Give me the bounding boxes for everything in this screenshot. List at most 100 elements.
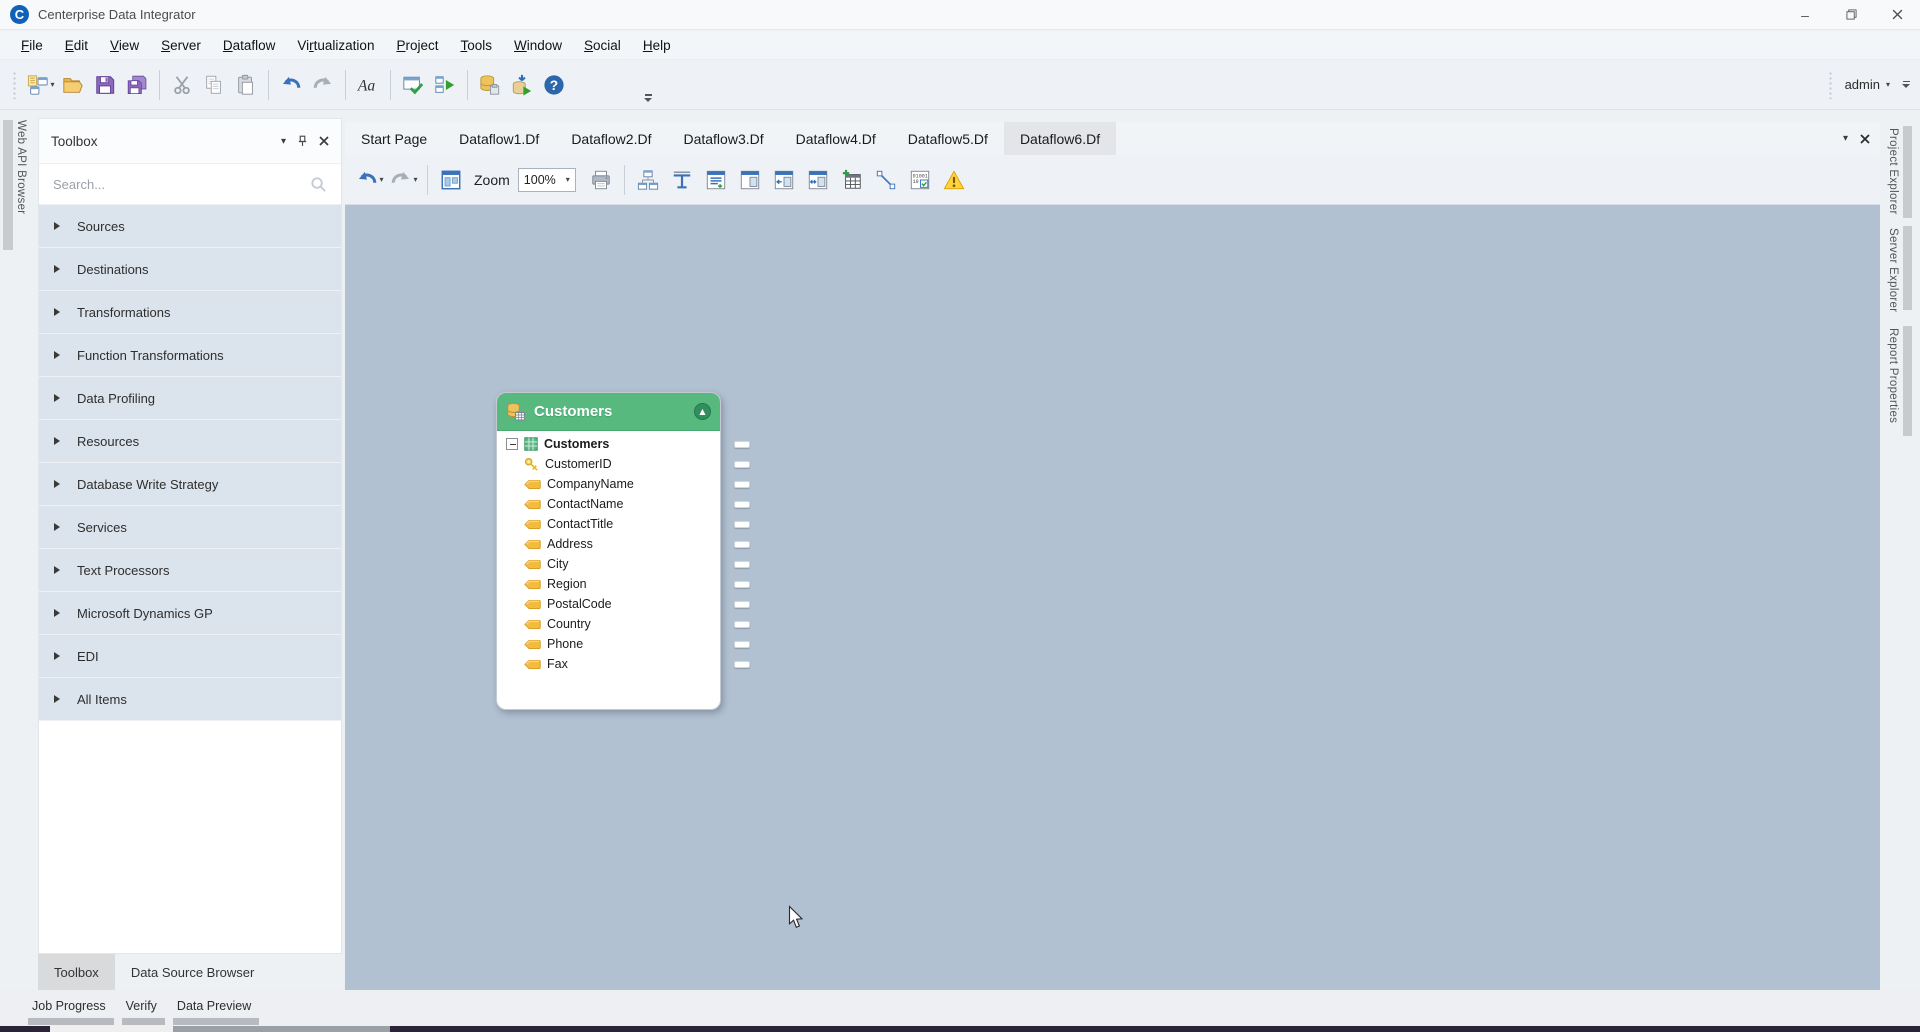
- toolbox-category-database-write-strategy[interactable]: Database Write Strategy: [39, 463, 341, 506]
- toolbox-category-transformations[interactable]: Transformations: [39, 291, 341, 334]
- menu-view[interactable]: View: [99, 31, 150, 60]
- tab-dataflow5-df[interactable]: Dataflow5.Df: [892, 122, 1004, 155]
- toolbox-category-all-items[interactable]: All Items: [39, 678, 341, 721]
- toolbox-category-destinations[interactable]: Destinations: [39, 248, 341, 291]
- toolbox-category-services[interactable]: Services: [39, 506, 341, 549]
- panel-tab-data-source-browser[interactable]: Data Source Browser: [115, 954, 271, 990]
- output-port[interactable]: [734, 661, 750, 668]
- menu-tools[interactable]: Tools: [449, 31, 503, 60]
- menu-project[interactable]: Project: [385, 31, 449, 60]
- canvas-toolbar-add-expression-table-button[interactable]: [835, 162, 869, 198]
- canvas-toolbar-print-button[interactable]: [584, 162, 618, 198]
- close-icon[interactable]: [319, 136, 329, 146]
- toolbar-database-run-button[interactable]: [506, 68, 538, 102]
- canvas-toolbar-preview-pane-left-button[interactable]: [767, 162, 801, 198]
- menu-help[interactable]: Help: [632, 31, 682, 60]
- chevron-down-icon[interactable]: ▾: [281, 136, 286, 147]
- field-row-address[interactable]: Address: [497, 534, 720, 554]
- collapse-tree-icon[interactable]: [506, 438, 518, 450]
- toolbar-options-button[interactable]: [1902, 81, 1910, 89]
- toolbar-overflow-button[interactable]: [644, 94, 652, 102]
- menu-virtualization[interactable]: Virtualization: [286, 31, 385, 60]
- search-input[interactable]: [53, 177, 310, 192]
- toolbox-category-edi[interactable]: EDI: [39, 635, 341, 678]
- canvas-toolbar-redo-button[interactable]: ▾: [387, 162, 421, 198]
- canvas-toolbar-warnings-button[interactable]: [937, 162, 971, 198]
- tab-dataflow4-df[interactable]: Dataflow4.Df: [780, 122, 892, 155]
- canvas-toolbar-align-center-button[interactable]: [665, 162, 699, 198]
- tab-list-dropdown-icon[interactable]: ▾: [1843, 133, 1848, 144]
- user-menu[interactable]: admin ▾: [1845, 77, 1890, 92]
- field-row-customerid[interactable]: CustomerID: [497, 454, 720, 474]
- canvas-toolbar-data-preview-button[interactable]: 0100110: [903, 162, 937, 198]
- canvas-toolbar-preview-pane-button[interactable]: [733, 162, 767, 198]
- field-row-country[interactable]: Country: [497, 614, 720, 634]
- menu-server[interactable]: Server: [150, 31, 212, 60]
- field-row-region[interactable]: Region: [497, 574, 720, 594]
- field-row-phone[interactable]: Phone: [497, 634, 720, 654]
- menu-social[interactable]: Social: [573, 31, 632, 60]
- menu-edit[interactable]: Edit: [54, 31, 99, 60]
- toolbox-category-microsoft-dynamics-gp[interactable]: Microsoft Dynamics GP: [39, 592, 341, 635]
- toolbar-database-diff-button[interactable]: [474, 68, 506, 102]
- toolbox-category-text-processors[interactable]: Text Processors: [39, 549, 341, 592]
- output-port[interactable]: [734, 501, 750, 508]
- sidebar-tab-project-explorer[interactable]: Project Explorer: [1886, 126, 1912, 218]
- field-row-contactname[interactable]: ContactName: [497, 494, 720, 514]
- output-port[interactable]: [734, 481, 750, 488]
- close-tab-icon[interactable]: [1860, 134, 1870, 144]
- field-row-city[interactable]: City: [497, 554, 720, 574]
- zoom-level-select[interactable]: 100%▾: [518, 168, 576, 192]
- maximize-button[interactable]: [1828, 0, 1874, 29]
- output-port[interactable]: [734, 521, 750, 528]
- toolbar-undo-button[interactable]: [275, 68, 307, 102]
- canvas-toolbar-preview-pane-split-button[interactable]: [801, 162, 835, 198]
- tab-dataflow6-df[interactable]: Dataflow6.Df: [1004, 122, 1116, 155]
- field-row-postalcode[interactable]: PostalCode: [497, 594, 720, 614]
- output-port[interactable]: [734, 641, 750, 648]
- bottom-tab-job-progress[interactable]: Job Progress: [30, 995, 108, 1021]
- output-port[interactable]: [734, 601, 750, 608]
- toolbar-paste-button[interactable]: [230, 68, 262, 102]
- tab-start-page[interactable]: Start Page: [345, 122, 443, 155]
- canvas-toolbar-diagram-layout-button[interactable]: [434, 162, 468, 198]
- toolbox-category-function-transformations[interactable]: Function Transformations: [39, 334, 341, 377]
- close-button[interactable]: [1874, 0, 1920, 29]
- toolbox-category-sources[interactable]: Sources: [39, 205, 341, 248]
- toolbar-copy-button[interactable]: [198, 68, 230, 102]
- panel-tab-toolbox[interactable]: Toolbox: [38, 954, 115, 990]
- sidebar-tab-server-explorer[interactable]: Server Explorer: [1886, 226, 1912, 314]
- toolbox-category-data-profiling[interactable]: Data Profiling: [39, 377, 341, 420]
- menu-file[interactable]: File: [10, 31, 54, 60]
- dataflow-canvas[interactable]: Customers ▲ CustomersCustomerIDCompanyNa…: [345, 205, 1880, 990]
- tab-dataflow3-df[interactable]: Dataflow3.Df: [667, 122, 779, 155]
- customers-node[interactable]: Customers ▲ CustomersCustomerIDCompanyNa…: [496, 392, 721, 710]
- sidebar-tab-report-properties[interactable]: Report Properties: [1886, 326, 1912, 436]
- menu-dataflow[interactable]: Dataflow: [212, 31, 287, 60]
- field-row-contacttitle[interactable]: ContactTitle: [497, 514, 720, 534]
- toolbar-verify-window-button[interactable]: [397, 68, 429, 102]
- field-row-companyname[interactable]: CompanyName: [497, 474, 720, 494]
- bottom-tab-data-preview[interactable]: Data Preview: [175, 995, 253, 1021]
- pin-icon[interactable]: [296, 135, 309, 148]
- toolbar-open-file-button[interactable]: [57, 68, 89, 102]
- canvas-toolbar-auto-layout-button[interactable]: [631, 162, 665, 198]
- sidebar-tab-web-api-browser[interactable]: Web API Browser: [3, 116, 29, 250]
- toolbar-save-button[interactable]: [89, 68, 121, 102]
- toolbar-redo-button[interactable]: [307, 68, 339, 102]
- bottom-tab-verify[interactable]: Verify: [124, 995, 159, 1021]
- menu-window[interactable]: Window: [503, 31, 573, 60]
- customers-node-header[interactable]: Customers ▲: [497, 393, 720, 431]
- output-port[interactable]: [734, 561, 750, 568]
- toolbar-help-button[interactable]: ?: [538, 68, 570, 102]
- toolbar-new-dataflow-button[interactable]: ▾: [25, 68, 57, 102]
- tab-dataflow1-df[interactable]: Dataflow1.Df: [443, 122, 555, 155]
- canvas-toolbar-arrange-list-button[interactable]: [699, 162, 733, 198]
- toolbar-font-button[interactable]: Aa: [352, 68, 384, 102]
- toolbox-category-resources[interactable]: Resources: [39, 420, 341, 463]
- output-port[interactable]: [734, 461, 750, 468]
- canvas-toolbar-link-tool-button[interactable]: [869, 162, 903, 198]
- collapse-node-button[interactable]: ▲: [694, 403, 711, 420]
- output-port[interactable]: [734, 441, 750, 448]
- toolbar-grip[interactable]: [12, 71, 17, 99]
